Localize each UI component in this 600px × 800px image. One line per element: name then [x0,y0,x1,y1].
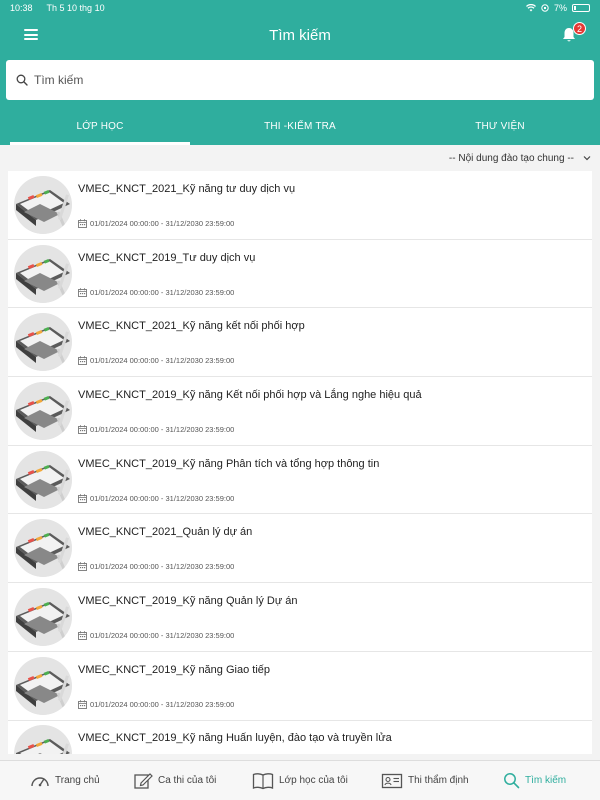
orientation-lock-icon [541,4,549,12]
course-title: VMEC_KNCT_2019_Kỹ năng Huấn luyện, đào t… [78,732,392,745]
course-list: VMEC_KNCT_2021_Kỹ năng tư duy dịch vụ 01… [8,171,592,754]
course-title: VMEC_KNCT_2019_Kỹ năng Phân tích và tổng… [78,457,380,470]
course-date-text: 01/01/2024 00:00:00 - 31/12/2030 23:59:0… [90,356,235,366]
status-date: Th 5 10 thg 10 [46,3,105,13]
course-thumbnail [14,381,72,440]
status-time: 10:38 [10,3,33,13]
course-list-item[interactable]: VMEC_KNCT_2021_Kỹ năng tư duy dịch vụ 01… [8,171,592,240]
course-title: VMEC_KNCT_2021_Kỹ năng kết nối phối hợp [78,320,305,333]
menu-icon[interactable] [24,29,38,40]
course-thumbnail [14,656,72,715]
calendar-icon [78,562,87,572]
course-date-range: 01/01/2024 00:00:00 - 31/12/2030 23:59:0… [78,425,422,434]
nav-label: Ca thi của tôi [158,775,217,786]
calendar-icon [78,493,87,503]
edit-icon [134,772,153,789]
book-icon [252,772,274,789]
course-date-range: 01/01/2024 00:00:00 - 31/12/2030 23:59:0… [78,288,255,297]
course-list-item[interactable]: VMEC_KNCT_2021_Quản lý dự án 01/01/2024 … [8,514,592,584]
nav-lop-hoc-cua-toi[interactable]: Lớp học của tôi [252,772,348,790]
course-list-item[interactable]: VMEC_KNCT_2021_Kỹ năng kết nối phối hợp … [8,308,592,378]
nav-trang-chu[interactable]: Trang chủ [30,773,100,789]
nav-label: Thi thẩm định [408,775,469,786]
course-date-text: 01/01/2024 00:00:00 - 31/12/2030 23:59:0… [90,218,235,228]
tab-thu-vien[interactable]: THƯ VIỆN [400,108,600,145]
course-thumbnail [14,519,72,578]
calendar-icon [78,356,87,366]
course-date-text: 01/01/2024 00:00:00 - 31/12/2030 23:59:0… [90,493,235,503]
course-thumbnail [14,725,72,754]
tab-lop-hoc[interactable]: LỚP HỌC [0,108,200,145]
navbar: Tìm kiếm 2 [0,16,600,54]
course-date-range: 01/01/2024 00:00:00 - 31/12/2030 23:59:0… [78,356,305,365]
course-title: VMEC_KNCT_2019_Kỹ năng Kết nối phối hợp … [78,388,422,401]
course-date-text: 01/01/2024 00:00:00 - 31/12/2030 23:59:0… [90,424,235,434]
course-list-item[interactable]: VMEC_KNCT_2019_Kỹ năng Huấn luyện, đào t… [8,721,592,754]
search-icon [504,773,520,789]
tab-thi-kiem-tra[interactable]: THI -KIỂM TRA [200,108,400,145]
chevron-down-icon [583,156,591,161]
course-date-range: 01/01/2024 00:00:00 - 31/12/2030 23:59:0… [78,631,298,640]
course-date-range: 01/01/2024 00:00:00 - 31/12/2030 23:59:0… [78,700,270,709]
course-date-range: 01/01/2024 00:00:00 - 31/12/2030 23:59:0… [78,562,252,571]
nav-label: Trang chủ [55,775,100,786]
speedometer-icon [31,776,49,786]
calendar-icon [78,219,87,228]
page-title: Tìm kiếm [269,26,331,44]
battery-icon [572,4,590,12]
calendar-icon [78,699,87,709]
nav-label: Lớp học của tôi [279,775,348,786]
course-list-item[interactable]: VMEC_KNCT_2019_Kỹ năng Phân tích và tổng… [8,446,592,515]
course-date-text: 01/01/2024 00:00:00 - 31/12/2030 23:59:0… [90,630,235,640]
course-date-text: 01/01/2024 00:00:00 - 31/12/2030 23:59:0… [90,562,235,572]
course-date-text: 01/01/2024 00:00:00 - 31/12/2030 23:59:0… [90,699,235,709]
course-thumbnail [14,244,72,303]
course-list-item[interactable]: VMEC_KNCT_2019_Kỹ năng Quản lý Dự án 01/… [8,583,592,652]
calendar-icon [78,287,87,297]
calendar-icon [78,425,87,434]
course-list-item[interactable]: VMEC_KNCT_2019_Kỹ năng Giao tiếp 01/01/2… [8,652,592,721]
search-bar [6,60,594,100]
course-list-item[interactable]: VMEC_KNCT_2019_Tư duy dịch vụ 01/01/2024… [8,240,592,309]
course-title: VMEC_KNCT_2021_Kỹ năng tư duy dịch vụ [78,182,296,195]
app-header: 10:38 Th 5 10 thg 10 7% Tìm kiếm 2 LỚP H… [0,0,600,145]
battery-percent: 7% [553,3,567,13]
wifi-icon [525,4,536,12]
id-card-icon [381,773,403,788]
course-title: VMEC_KNCT_2019_Tư duy dịch vụ [78,251,256,264]
status-bar: 10:38 Th 5 10 thg 10 7% [0,0,600,16]
course-thumbnail [14,587,72,646]
course-thumbnail [14,175,72,234]
course-list-item[interactable]: VMEC_KNCT_2019_Kỹ năng Kết nối phối hợp … [8,377,592,446]
course-title: VMEC_KNCT_2019_Kỹ năng Giao tiếp [78,663,270,676]
course-thumbnail [14,313,72,372]
search-input[interactable] [34,73,574,87]
bottom-nav: Trang chủ Ca thi của tôi Lớp học của tôi… [0,760,600,800]
notification-badge: 2 [572,22,586,35]
search-icon [16,74,28,86]
training-content-filter[interactable]: -- Nội dung đào tạo chung -- [0,148,600,168]
tab-bar: LỚP HỌC THI -KIỂM TRA THƯ VIỆN [0,108,600,145]
course-title: VMEC_KNCT_2021_Quản lý dự án [78,526,253,539]
filter-selected-value: -- Nội dung đào tạo chung -- [448,152,574,164]
course-title: VMEC_KNCT_2019_Kỹ năng Quản lý Dự án [78,594,298,607]
nav-thi-tham-dinh[interactable]: Thi thẩm định [381,772,469,790]
calendar-icon [78,631,87,640]
course-thumbnail [14,450,72,509]
nav-tim-kiem[interactable]: Tìm kiếm [503,772,566,789]
nav-ca-thi-cua-toi[interactable]: Ca thi của tôi [133,772,216,790]
course-date-range: 01/01/2024 00:00:00 - 31/12/2030 23:59:0… [78,494,379,503]
course-date-text: 01/01/2024 00:00:00 - 31/12/2030 23:59:0… [90,287,235,297]
course-date-range: 01/01/2024 00:00:00 - 31/12/2030 23:59:0… [78,219,295,228]
nav-label: Tìm kiếm [525,775,567,786]
